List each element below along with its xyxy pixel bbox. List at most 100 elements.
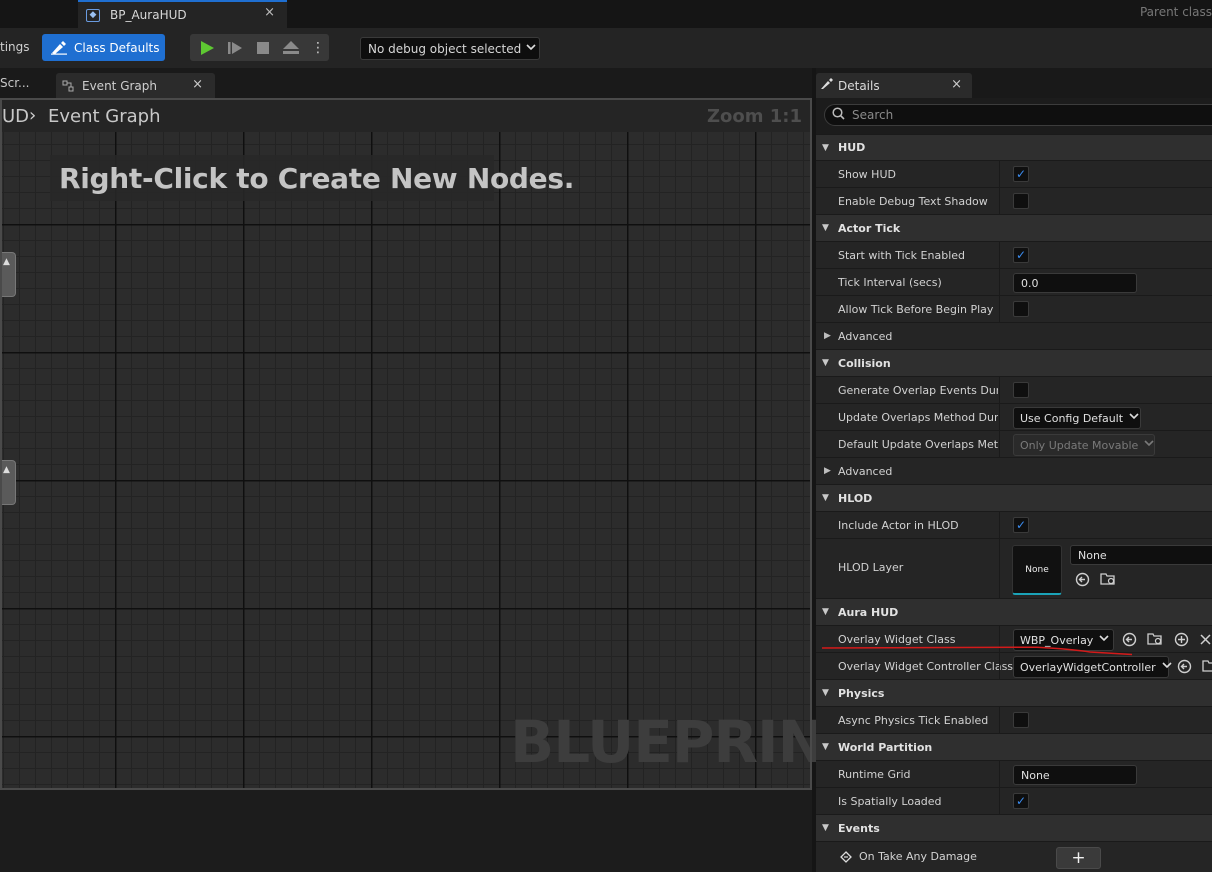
property-name: Runtime Grid (838, 768, 911, 781)
document-tab-label: BP_AuraHUD (110, 8, 187, 22)
expand-arrow-icon: ▶ (824, 331, 831, 341)
document-tab-bp-aurahud[interactable]: ◆ BP_AuraHUD × (78, 0, 287, 28)
property-name: HLOD Layer (838, 561, 904, 574)
dropdown-value: Use Config Default (1020, 411, 1124, 425)
tab-details[interactable]: Details × (816, 73, 972, 98)
tick-interval-input[interactable]: 0.0 (1013, 273, 1137, 293)
category-hud[interactable]: ▼ HUD (816, 134, 1212, 160)
graph-node-partial[interactable]: ▲ (0, 460, 16, 505)
advanced-label: Advanced (838, 329, 893, 343)
property-name: Show HUD (838, 168, 896, 181)
category-label: Physics (838, 686, 885, 700)
more-options-icon[interactable]: ⋮ (310, 34, 326, 61)
property-name: Default Update Overlaps Meth... (838, 438, 998, 451)
class-settings-button[interactable]: tings (0, 40, 30, 54)
collapse-arrow-icon: ▼ (822, 493, 829, 503)
property-name: Async Physics Tick Enabled (838, 714, 989, 727)
details-body: ▼ HUD Show HUD ✓ Enable Debug Text Shado… (816, 98, 1212, 872)
graph-hint-text: Right-Click to Create New Nodes. (50, 155, 574, 201)
hlod-layer-thumbnail[interactable]: None (1012, 545, 1062, 595)
property-enable-debug-text-shadow: Enable Debug Text Shadow (816, 187, 1212, 214)
breadcrumb-event-graph[interactable]: Event Graph (48, 106, 161, 127)
include-actor-in-hlod-checkbox[interactable]: ✓ (1013, 517, 1029, 533)
overlay-widget-controller-class-dropdown[interactable]: OverlayWidgetController (1013, 656, 1172, 678)
pencil-icon (820, 77, 834, 94)
column-divider (999, 188, 1000, 214)
use-selected-asset-icon[interactable] (1121, 631, 1137, 647)
collapse-arrow-icon: ▼ (822, 358, 829, 368)
details-search[interactable] (824, 104, 1212, 126)
play-icon[interactable] (198, 34, 216, 61)
add-event-button[interactable]: + (1056, 847, 1101, 869)
property-start-with-tick-enabled: Start with Tick Enabled ✓ (816, 241, 1212, 268)
update-overlaps-method-dropdown[interactable]: Use Config Default (1013, 407, 1141, 429)
blueprint-watermark: BLUEPRINT (510, 708, 865, 776)
async-physics-tick-enabled-checkbox[interactable] (1013, 712, 1029, 728)
column-divider (999, 788, 1000, 814)
category-collision[interactable]: ▼ Collision (816, 349, 1212, 376)
class-defaults-button[interactable]: Class Defaults (42, 34, 165, 61)
category-label: Actor Tick (838, 221, 901, 235)
breadcrumb-separator-icon: › (29, 105, 37, 126)
start-with-tick-enabled-checkbox[interactable]: ✓ (1013, 247, 1029, 263)
category-hlod[interactable]: ▼ HLOD (816, 484, 1212, 511)
pin-icon: ▲ (3, 465, 10, 475)
property-generate-overlap-events: Generate Overlap Events Durin... (816, 376, 1212, 403)
allow-tick-before-begin-play-checkbox[interactable] (1013, 301, 1029, 317)
column-divider (999, 296, 1000, 322)
hlod-layer-asset-picker[interactable]: None (1070, 545, 1212, 565)
browse-folder-icon[interactable] (1100, 571, 1116, 587)
column-divider (999, 431, 1000, 457)
search-input[interactable] (852, 108, 1152, 122)
step-forward-icon[interactable] (226, 34, 244, 61)
use-selected-asset-icon[interactable] (1074, 571, 1090, 587)
graph-tab-bar: Scr... Event Graph × (0, 68, 812, 98)
column-divider (999, 404, 1000, 430)
tab-close-icon[interactable]: × (951, 77, 962, 92)
tab-event-graph[interactable]: Event Graph × (56, 73, 215, 98)
show-hud-checkbox[interactable]: ✓ (1013, 166, 1029, 182)
category-events[interactable]: ▼ Events (816, 814, 1212, 841)
property-hlod-layer: HLOD Layer None None (816, 538, 1212, 598)
column-divider (999, 161, 1000, 187)
column-divider (999, 761, 1000, 787)
collapse-arrow-icon: ▼ (822, 742, 829, 752)
collapse-arrow-icon: ▼ (822, 223, 829, 233)
category-physics[interactable]: ▼ Physics (816, 679, 1212, 706)
enable-debug-text-shadow-checkbox[interactable] (1013, 193, 1029, 209)
use-selected-asset-icon[interactable] (1176, 658, 1192, 674)
collapse-arrow-icon: ▼ (822, 607, 829, 617)
actor-tick-advanced-toggle[interactable]: ▶ Advanced (816, 322, 1212, 349)
collapse-arrow-icon: ▼ (822, 142, 829, 153)
graph-node-partial[interactable]: ▲ (0, 252, 16, 297)
class-defaults-icon (50, 40, 68, 55)
class-defaults-label: Class Defaults (74, 40, 160, 55)
property-runtime-grid: Runtime Grid None (816, 760, 1212, 787)
add-new-icon[interactable] (1173, 631, 1189, 647)
debug-object-select[interactable]: No debug object selected (360, 37, 540, 60)
property-show-hud: Show HUD ✓ (816, 160, 1212, 187)
category-world-partition[interactable]: ▼ World Partition (816, 733, 1212, 760)
runtime-grid-input[interactable]: None (1013, 765, 1137, 785)
event-graph-icon (62, 80, 74, 92)
property-update-overlaps-method: Update Overlaps Method Durin... Use Conf… (816, 403, 1212, 430)
property-name: Include Actor in HLOD (838, 519, 959, 532)
category-actor-tick[interactable]: ▼ Actor Tick (816, 214, 1212, 241)
tab-close-icon[interactable]: × (192, 77, 203, 92)
stop-icon[interactable] (254, 34, 272, 61)
eject-icon[interactable] (282, 34, 300, 61)
tab-construction-script[interactable]: Scr... (0, 68, 50, 98)
breadcrumb-blueprint[interactable]: UD (2, 106, 29, 127)
generate-overlap-events-checkbox[interactable] (1013, 382, 1029, 398)
clear-icon[interactable] (1197, 631, 1212, 647)
browse-folder-icon[interactable] (1147, 631, 1163, 647)
document-tab-close-icon[interactable]: × (264, 5, 275, 20)
property-is-spatially-loaded: Is Spatially Loaded ✓ (816, 787, 1212, 814)
browse-folder-icon[interactable] (1200, 658, 1212, 674)
column-divider (999, 707, 1000, 733)
category-aura-hud[interactable]: ▼ Aura HUD (816, 598, 1212, 625)
collision-advanced-toggle[interactable]: ▶ Advanced (816, 457, 1212, 484)
property-on-take-any-damage: On Take Any Damage + (816, 841, 1212, 872)
is-spatially-loaded-checkbox[interactable]: ✓ (1013, 793, 1029, 809)
event-graph-canvas[interactable] (0, 98, 812, 790)
